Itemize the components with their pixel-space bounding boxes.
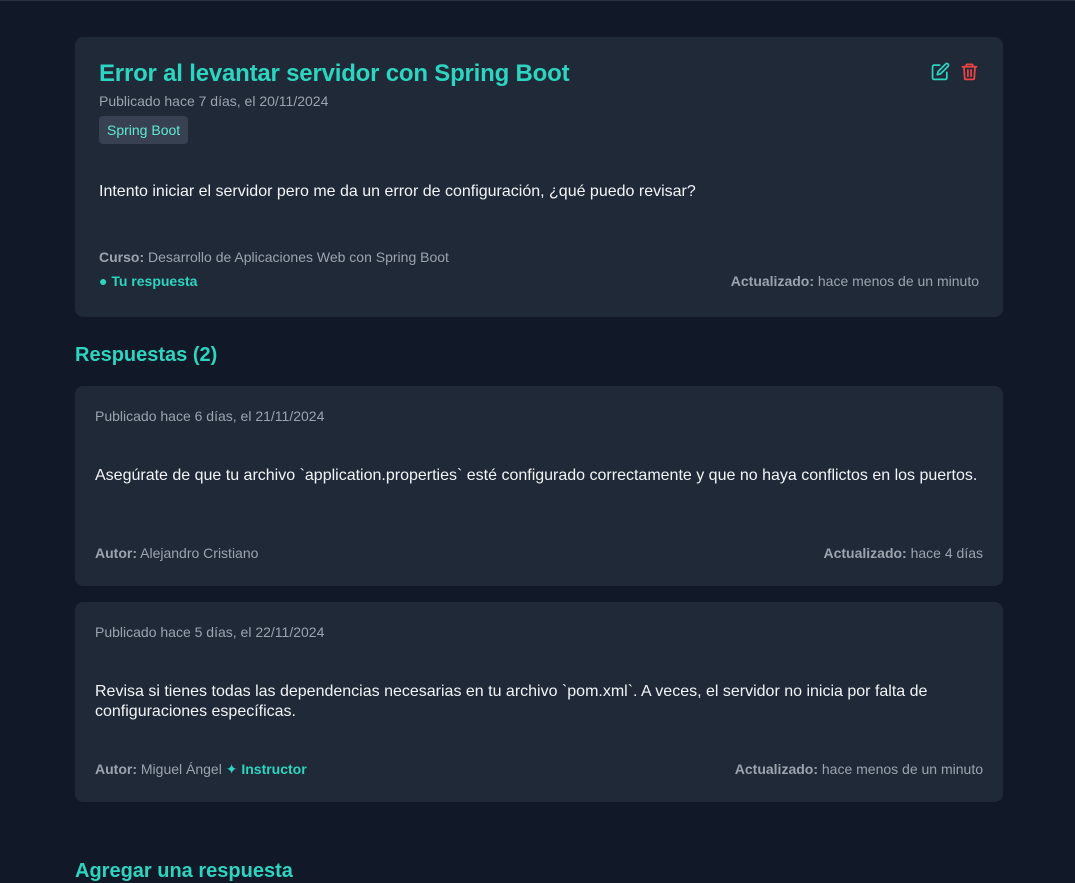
topic-title: Error al levantar servidor con Spring Bo…: [99, 60, 570, 87]
updated-value: hace 4 días: [910, 545, 983, 561]
answer-body: Revisa si tienes todas las dependencias …: [95, 683, 928, 720]
answer-published-date: Publicado hace 6 días, el 21/11/2024: [95, 408, 325, 424]
course-label: Curso:: [99, 249, 145, 265]
edit-icon[interactable]: [931, 62, 950, 81]
instructor-badge: ✦ Instructor: [225, 761, 307, 777]
topic-body: Intento iniciar el servidor pero me da u…: [99, 183, 696, 200]
author-label: Autor:: [95, 545, 137, 561]
course-tag[interactable]: Spring Boot: [99, 116, 189, 144]
updated-value: hace menos de un minuto: [821, 761, 983, 777]
topic-published-date: Publicado hace 7 días, el 20/11/2024: [99, 93, 329, 109]
answer-author: Autor: Alejandro Cristiano: [95, 545, 258, 561]
answer-card: Publicado hace 5 días, el 22/11/2024 Rev…: [75, 602, 1003, 802]
updated-label: Actualizado:: [823, 545, 907, 561]
own-answer-indicator: ● Tu respuesta: [99, 273, 198, 289]
answer-updated: Actualizado: hace 4 días: [823, 545, 983, 561]
topic-updated: Actualizado: hace menos de un minuto: [731, 273, 979, 289]
answers-section-title: Respuestas (2): [75, 344, 218, 366]
author-label: Autor:: [95, 761, 137, 777]
add-answer-title: Agregar una respuesta: [75, 860, 293, 882]
topic-actions: [931, 62, 979, 81]
author-name: Alejandro Cristiano: [140, 545, 259, 561]
answer-author: Autor: Miguel Ángel ✦ Instructor: [95, 761, 307, 778]
answer-updated: Actualizado: hace menos de un minuto: [735, 761, 983, 777]
topic-card: Error al levantar servidor con Spring Bo…: [75, 37, 1003, 317]
course-value: Desarrollo de Aplicaciones Web con Sprin…: [148, 249, 449, 265]
updated-value: hace menos de un minuto: [817, 273, 979, 289]
trash-icon[interactable]: [960, 62, 979, 81]
updated-label: Actualizado:: [734, 761, 818, 777]
main-content: Error al levantar servidor con Spring Bo…: [75, 37, 1003, 882]
topic-course: Curso: Desarrollo de Aplicaciones Web co…: [99, 249, 449, 265]
author-name: Miguel Ángel: [140, 761, 222, 777]
updated-label: Actualizado:: [730, 273, 814, 289]
answer-published-date: Publicado hace 5 días, el 22/11/2024: [95, 624, 325, 640]
answer-card: Publicado hace 6 días, el 21/11/2024 Ase…: [75, 386, 1003, 586]
answer-body: Asegúrate de que tu archivo `application…: [95, 467, 978, 484]
